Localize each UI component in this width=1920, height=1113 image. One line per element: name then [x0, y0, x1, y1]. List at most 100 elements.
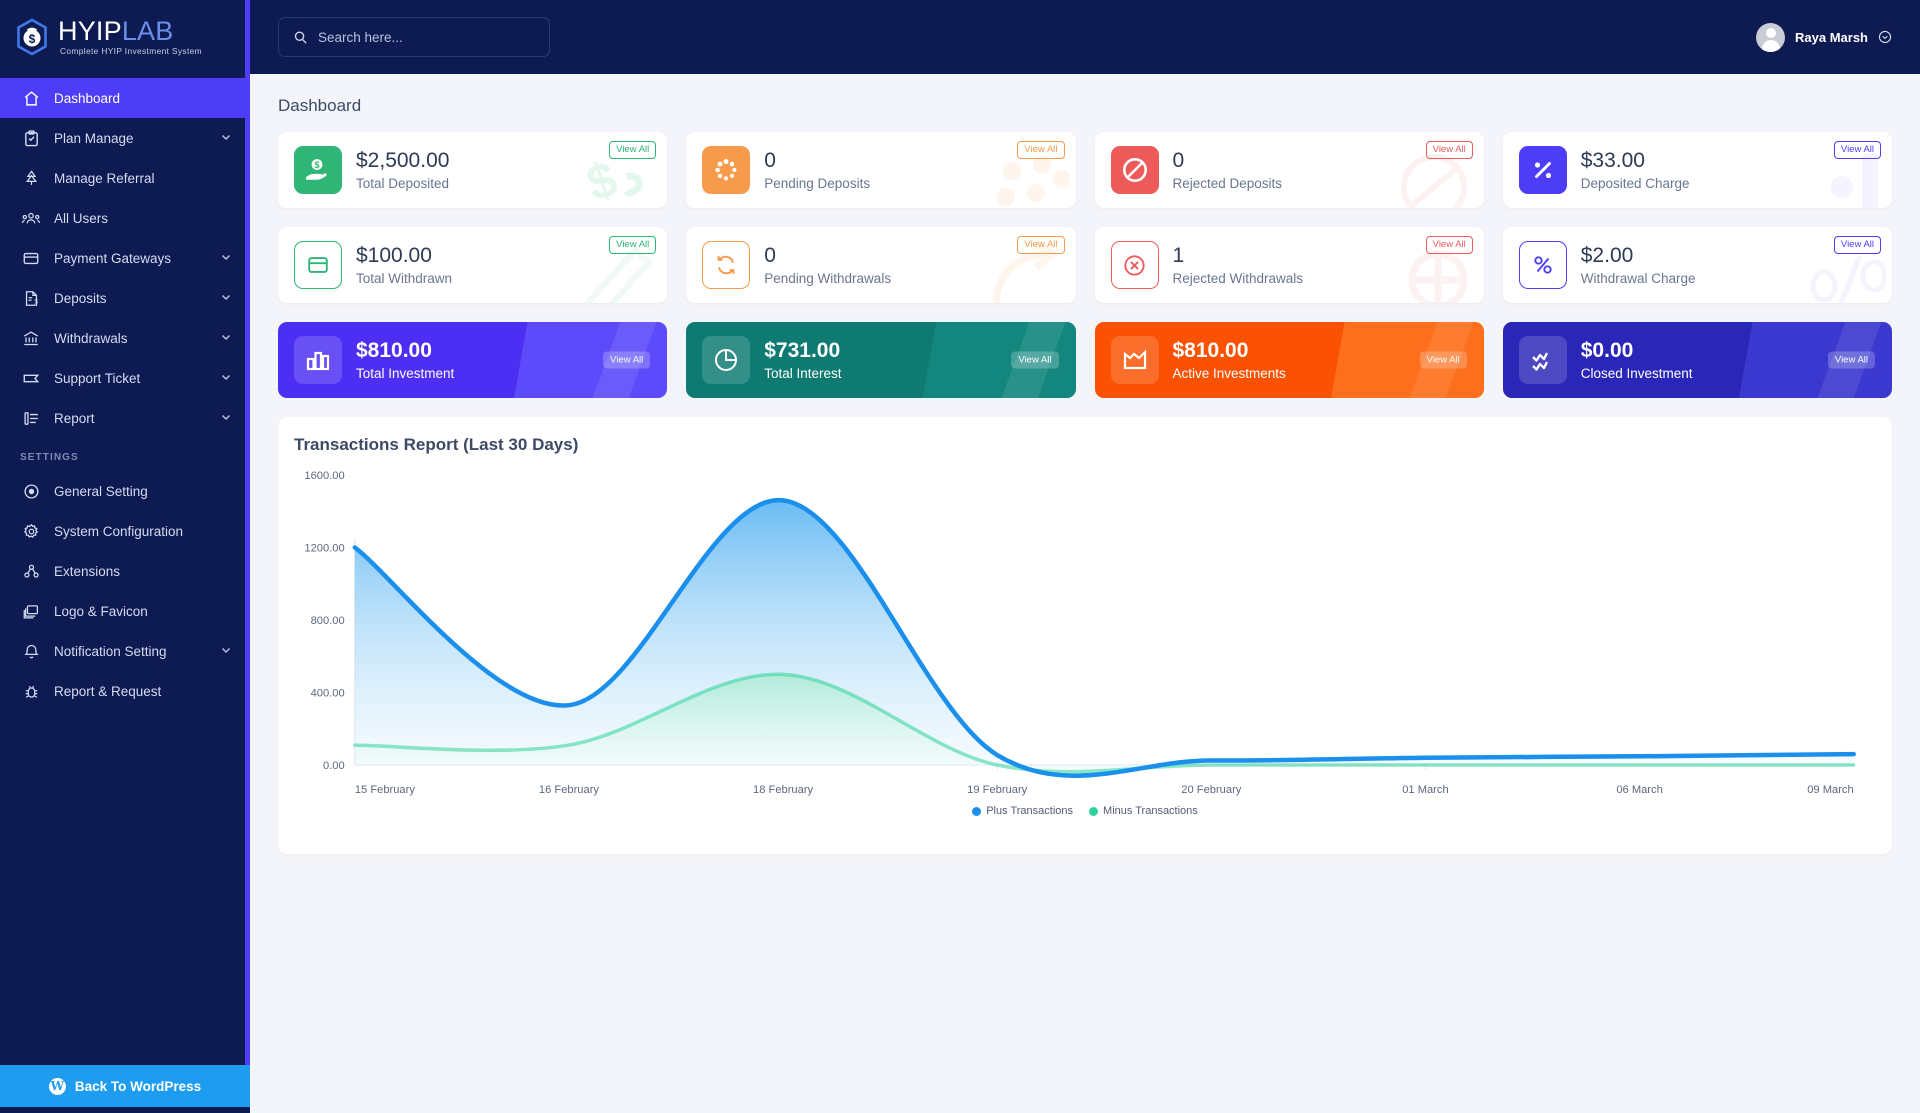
view-all-button[interactable]: View All	[609, 236, 657, 254]
back-to-wordpress-button[interactable]: W Back To WordPress	[0, 1065, 250, 1107]
hyiplab-logo-icon: $	[12, 17, 52, 57]
stat-value: $100.00	[356, 244, 432, 268]
target-icon	[20, 483, 42, 500]
stat-card-rejected-withdrawals[interactable]: View All 1 Rejected Withdrawals	[1094, 227, 1484, 303]
sidebar-item-plan-manage[interactable]: Plan Manage	[0, 118, 250, 158]
stat-label: Withdrawal Charge	[1580, 270, 1696, 286]
bank-icon	[20, 330, 42, 347]
user-profile-menu[interactable]: Raya Marsh	[1756, 22, 1892, 52]
brand-tagline: Complete HYIP Investment System	[60, 46, 202, 57]
stat-card-pending-withdrawals[interactable]: View All 0 Pending Withdrawals	[686, 227, 1076, 303]
sidebar-item-label: Withdrawals	[54, 330, 128, 346]
view-all-button[interactable]: View All	[603, 351, 651, 369]
gradient-card-total-interest[interactable]: $731.00 Total Interest View All	[686, 322, 1076, 398]
stat-card-total-deposited[interactable]: View All $ $2,500.00 Total Deposited $	[278, 132, 668, 208]
view-all-button[interactable]: View All	[1011, 351, 1059, 369]
search-box[interactable]	[278, 17, 550, 57]
invoice-icon: $	[20, 290, 42, 307]
sidebar-item-notification-setting[interactable]: Notification Setting	[0, 631, 250, 671]
sidebar-section-settings: SETTINGS	[20, 452, 79, 463]
search-input[interactable]	[318, 29, 535, 45]
sidebar-item-deposits[interactable]: $ Deposits	[0, 278, 250, 318]
sidebar-item-label: Notification Setting	[54, 643, 167, 659]
sidebar-item-report-request[interactable]: Report & Request	[0, 671, 250, 711]
chart-area[interactable]: 0.00 400.00 800.00 1200.00 1600.00 15 Februar…	[294, 461, 1876, 821]
sidebar-nav: Dashboard Plan Manage Manage Referral Al…	[0, 74, 250, 1065]
stat-label: Pending Withdrawals	[764, 270, 892, 286]
wallet-icon	[294, 241, 342, 289]
stat-label: Rejected Deposits	[1172, 175, 1283, 191]
brand-logo[interactable]: $ HYIPLAB Complete HYIP Investment Syste…	[0, 0, 250, 74]
app-root: $ HYIPLAB Complete HYIP Investment Syste…	[0, 0, 1920, 1113]
svg-text:18 February: 18 February	[753, 784, 814, 796]
stat-card-rejected-deposits[interactable]: View All 0 Rejected Deposits	[1094, 132, 1484, 208]
sidebar-item-logo-favicon[interactable]: Logo & Favicon	[0, 591, 250, 631]
view-all-button[interactable]: View All	[1833, 141, 1881, 159]
zigzag-icon	[1518, 336, 1567, 384]
stat-label: Rejected Withdrawals	[1172, 270, 1304, 286]
svg-text:1600.00: 1600.00	[304, 470, 344, 482]
stat-card-deposited-charge[interactable]: View All $33.00 Deposited Charge	[1502, 132, 1892, 208]
sidebar-item-label: Dashboard	[54, 90, 121, 106]
view-all-button[interactable]: View All	[1017, 236, 1065, 254]
sidebar-item-label: All Users	[54, 210, 109, 226]
ban-icon	[1110, 146, 1159, 194]
sidebar-item-general-setting[interactable]: General Setting	[0, 471, 250, 511]
stat-card-withdrawal-charge[interactable]: View All $2.00 Withdrawal Charge	[1502, 227, 1892, 303]
refresh-icon	[702, 241, 751, 289]
view-all-button[interactable]: View All	[609, 141, 657, 159]
sidebar-item-label: Manage Referral	[54, 170, 155, 186]
stat-label: Total Deposited	[356, 175, 450, 191]
sidebar-item-withdrawals[interactable]: Withdrawals	[0, 318, 250, 358]
sidebar-item-dashboard[interactable]: Dashboard	[0, 78, 250, 118]
gradient-cards-row: $810.00 Total Investment View All $731.0…	[278, 322, 1892, 398]
view-all-button[interactable]: View All	[1425, 236, 1473, 254]
stat-label: Pending Deposits	[764, 175, 871, 191]
gradient-card-total-investment[interactable]: $810.00 Total Investment View All	[278, 322, 668, 398]
sidebar-item-report[interactable]: Report	[0, 398, 250, 438]
card-icon	[20, 250, 42, 267]
sidebar-item-label: Deposits	[54, 290, 107, 306]
svg-text:20 February: 20 February	[1181, 784, 1242, 796]
chevron-down-icon	[220, 411, 232, 426]
svg-text:09 March: 09 March	[1807, 784, 1853, 796]
sidebar-item-label: General Setting	[54, 483, 148, 499]
bell-icon	[20, 643, 42, 660]
sidebar-item-label: Support Ticket	[54, 370, 141, 386]
transactions-area-chart[interactable]: 0.00 400.00 800.00 1200.00 1600.00 15 Februar…	[294, 461, 1876, 821]
users-icon	[20, 210, 42, 227]
gradient-card-active-investments[interactable]: $810.00 Active Investments View All	[1094, 322, 1484, 398]
view-all-button[interactable]: View All	[1425, 141, 1473, 159]
sidebar-item-system-configuration[interactable]: System Configuration	[0, 511, 250, 551]
sidebar-item-manage-referral[interactable]: Manage Referral	[0, 158, 250, 198]
sidebar-item-label: System Configuration	[54, 523, 184, 539]
stat-value: 0	[764, 244, 776, 268]
svg-text:1200.00: 1200.00	[304, 543, 344, 555]
sidebar-item-extensions[interactable]: Extensions	[0, 551, 250, 591]
svg-text:01 March: 01 March	[1402, 784, 1448, 796]
stat-label: Deposited Charge	[1580, 175, 1690, 191]
stat-value: $33.00	[1580, 149, 1645, 173]
view-all-button[interactable]: View All	[1017, 141, 1065, 159]
referral-icon	[20, 169, 42, 187]
gradient-card-closed-investment[interactable]: $0.00 Closed Investment View All	[1502, 322, 1892, 398]
view-all-button[interactable]: View All	[1833, 236, 1881, 254]
stat-label: Total Interest	[764, 365, 842, 381]
brand-name-secondary: LAB	[121, 16, 174, 47]
chevron-down-icon	[220, 331, 232, 346]
sidebar-item-all-users[interactable]: All Users	[0, 198, 250, 238]
view-all-button[interactable]: View All	[1419, 351, 1467, 369]
ticket-icon	[20, 370, 42, 387]
stat-value: 1	[1172, 244, 1185, 268]
sidebar-item-support-ticket[interactable]: Support Ticket	[0, 358, 250, 398]
stat-card-pending-deposits[interactable]: View All 0 Pending Deposits	[686, 132, 1076, 208]
chevron-down-icon	[220, 644, 232, 659]
stat-card-total-withdrawn[interactable]: View All $100.00 Total Withdrawn	[278, 227, 668, 303]
chevron-down-icon[interactable]	[1878, 30, 1892, 44]
svg-text:15 February: 15 February	[355, 784, 416, 796]
sidebar-item-payment-gateways[interactable]: Payment Gateways	[0, 238, 250, 278]
chevron-down-icon	[220, 291, 232, 306]
home-icon	[20, 90, 42, 107]
pie-chart-icon	[702, 336, 751, 384]
view-all-button[interactable]: View All	[1827, 351, 1875, 369]
